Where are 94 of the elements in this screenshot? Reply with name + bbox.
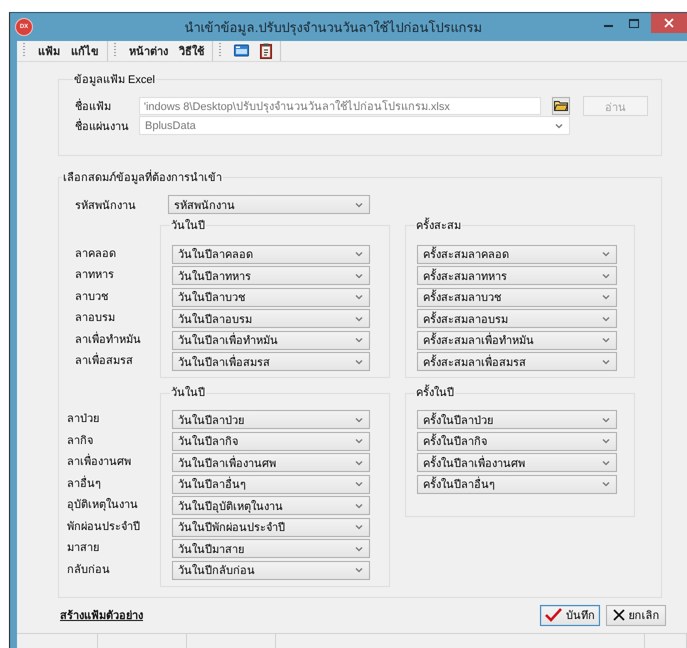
dropdown[interactable]: รหัสพนักงาน xyxy=(168,195,370,214)
leave-type-label: พักผ่อนประจำปี xyxy=(67,520,141,535)
group-title: ข้อมูลแฟ้ม Excel xyxy=(73,72,156,87)
window-icon[interactable] xyxy=(234,44,249,58)
dropdown[interactable]: ครั้งในปีลาป่วย xyxy=(417,410,617,430)
leave-type-label: มาสาย xyxy=(67,541,100,556)
dropdown[interactable]: วันในปีลาป่วย xyxy=(172,410,370,430)
close-icon xyxy=(664,18,674,28)
chevron-icon xyxy=(602,416,610,423)
leave-type-label: กลับก่อน xyxy=(67,562,111,578)
chevron-icon xyxy=(602,438,610,444)
cancel-button[interactable]: ยกเลิก xyxy=(606,604,666,626)
dropdown[interactable]: วันในปีลาเพื่อสมรส xyxy=(172,352,370,372)
dropdown[interactable]: ครั้งสะสมลาเพื่อทำหมัน xyxy=(417,330,617,350)
dropdown[interactable]: ครั้งสะสมลาอบรม xyxy=(417,309,617,328)
menu-item[interactable]: แฟ้ม xyxy=(38,42,60,60)
leave-type-label: ลาบวช xyxy=(75,290,109,305)
chevron-icon xyxy=(355,202,363,208)
save-button[interactable]: บันทึก xyxy=(540,604,600,626)
dropdown[interactable]: วันในปีลาอบรม xyxy=(172,309,370,328)
group-title: วันในปี xyxy=(170,218,206,233)
group-title: เลือกสดมภ์ข้อมูลที่ต้องการนำเข้า xyxy=(62,170,223,185)
menu-item[interactable]: แก้ไข xyxy=(71,42,99,60)
dropdown[interactable]: วันในปีลาเพื่องานศพ xyxy=(172,453,370,472)
chevron-icon xyxy=(355,358,363,365)
dropdown[interactable]: วันในปีลาเพื่อทำหมัน xyxy=(172,330,370,350)
chevron-icon xyxy=(602,460,610,466)
dropdown[interactable]: ครั้งในปีลาอื่นๆ xyxy=(417,474,617,494)
chevron-icon xyxy=(602,294,610,300)
leave-type-label: อุบัติเหตุในงาน xyxy=(67,497,139,514)
leave-type-label: ลาอื่นๆ xyxy=(67,474,102,492)
chevron-icon xyxy=(355,524,363,530)
group-title: วันในปี xyxy=(170,386,206,400)
leave-type-label: ลาป่วย xyxy=(67,412,100,428)
chevron-icon xyxy=(602,337,610,344)
dropdown[interactable]: ครั้งสะสมลาเพื่อสมรส xyxy=(417,352,617,372)
dropdown[interactable]: ครั้งสะสมลาบวช xyxy=(417,288,617,307)
group-title: ครั้งสะสม xyxy=(415,218,462,233)
chevron-icon xyxy=(602,316,610,322)
chevron-icon xyxy=(602,358,610,365)
maximize-icon xyxy=(629,18,639,28)
dropdown[interactable]: วันในปีมาสาย xyxy=(172,539,370,558)
chevron-icon xyxy=(355,460,363,466)
browse-button[interactable] xyxy=(552,96,570,115)
leave-type-label: ลาเพื่อสมรส xyxy=(75,352,160,372)
dropdown[interactable]: BplusData xyxy=(139,116,570,136)
close-icon xyxy=(612,609,624,622)
field-label: ชื่อแฟ้ม xyxy=(75,98,112,115)
dropdown[interactable]: ครั้งสะสมลาทหาร xyxy=(417,266,617,286)
chevron-icon xyxy=(602,272,610,279)
dropdown[interactable]: วันในปีลาคลอด xyxy=(172,244,370,264)
field-label: ชื่อแผ่นงาน xyxy=(75,118,130,135)
dropdown[interactable]: วันในปีอุบัติเหตุในงาน xyxy=(172,496,370,516)
leave-type-label: ลาอบรม xyxy=(75,311,116,326)
dropdown[interactable]: ครั้งในปีลากิจ xyxy=(417,432,617,451)
check-icon xyxy=(545,608,562,622)
window-title: นำเข้าข้อมูล.ปรับปรุงจำนวนวันลาใช้ไปก่อนโปรแกรม xyxy=(184,18,484,38)
minimize-icon xyxy=(604,25,612,27)
chevron-icon xyxy=(355,438,363,444)
group-title: ครั้งในปี xyxy=(415,386,455,400)
file-path-field[interactable]: 'indows 8\Desktop\ปรับปรุงจำนวนวันลาใช้ไปก่อนโปรแกรม.xlsx xyxy=(138,96,542,115)
chevron-icon xyxy=(602,481,610,488)
leave-type-label: ลาเพื่องานศพ xyxy=(67,453,160,472)
dropdown[interactable]: วันในปีลาทหาร xyxy=(172,266,370,286)
chevron-icon xyxy=(355,481,363,488)
dropdown[interactable]: วันในปีกลับก่อน xyxy=(172,560,370,580)
chevron-icon xyxy=(355,337,363,344)
dropdown[interactable]: วันในปีลากิจ xyxy=(172,432,370,451)
chevron-icon xyxy=(355,567,363,574)
create-sample-link[interactable]: สร้างแฟ้มตัวอย่าง xyxy=(60,606,540,624)
dropdown[interactable]: วันในปีลาบวช xyxy=(172,288,370,307)
chevron-icon xyxy=(355,251,363,258)
chevron-icon xyxy=(355,416,363,423)
clipboard-icon[interactable] xyxy=(260,42,272,59)
close-button[interactable] xyxy=(651,13,687,33)
field-label: รหัสพนักงาน xyxy=(74,198,137,214)
dropdown[interactable]: วันในปีพักผ่อนประจำปี xyxy=(172,518,370,537)
leave-type-label: ลากิจ xyxy=(67,434,94,449)
chevron-icon xyxy=(555,122,563,129)
chevron-icon xyxy=(602,251,610,258)
leave-type-label: ลาทหาร xyxy=(75,268,115,284)
dropdown[interactable]: ครั้งในปีลาเพื่องานศพ xyxy=(417,453,617,472)
chevron-icon xyxy=(355,546,363,552)
chevron-icon xyxy=(355,294,363,300)
leave-type-label: ลาเพื่อทำหมัน xyxy=(75,330,142,348)
folder-icon xyxy=(554,100,568,112)
leave-type-label: ลาคลอด xyxy=(75,246,117,262)
menu-item[interactable]: หน้าต่าง xyxy=(129,42,168,60)
menu-item[interactable]: วิธีใช้ xyxy=(179,42,204,60)
chevron-icon xyxy=(355,502,363,509)
dropdown[interactable]: วันในปีลาอื่นๆ xyxy=(172,474,370,494)
chevron-icon xyxy=(355,316,363,322)
chevron-icon xyxy=(355,272,363,279)
dropdown[interactable]: ครั้งสะสมลาคลอด xyxy=(417,244,617,264)
